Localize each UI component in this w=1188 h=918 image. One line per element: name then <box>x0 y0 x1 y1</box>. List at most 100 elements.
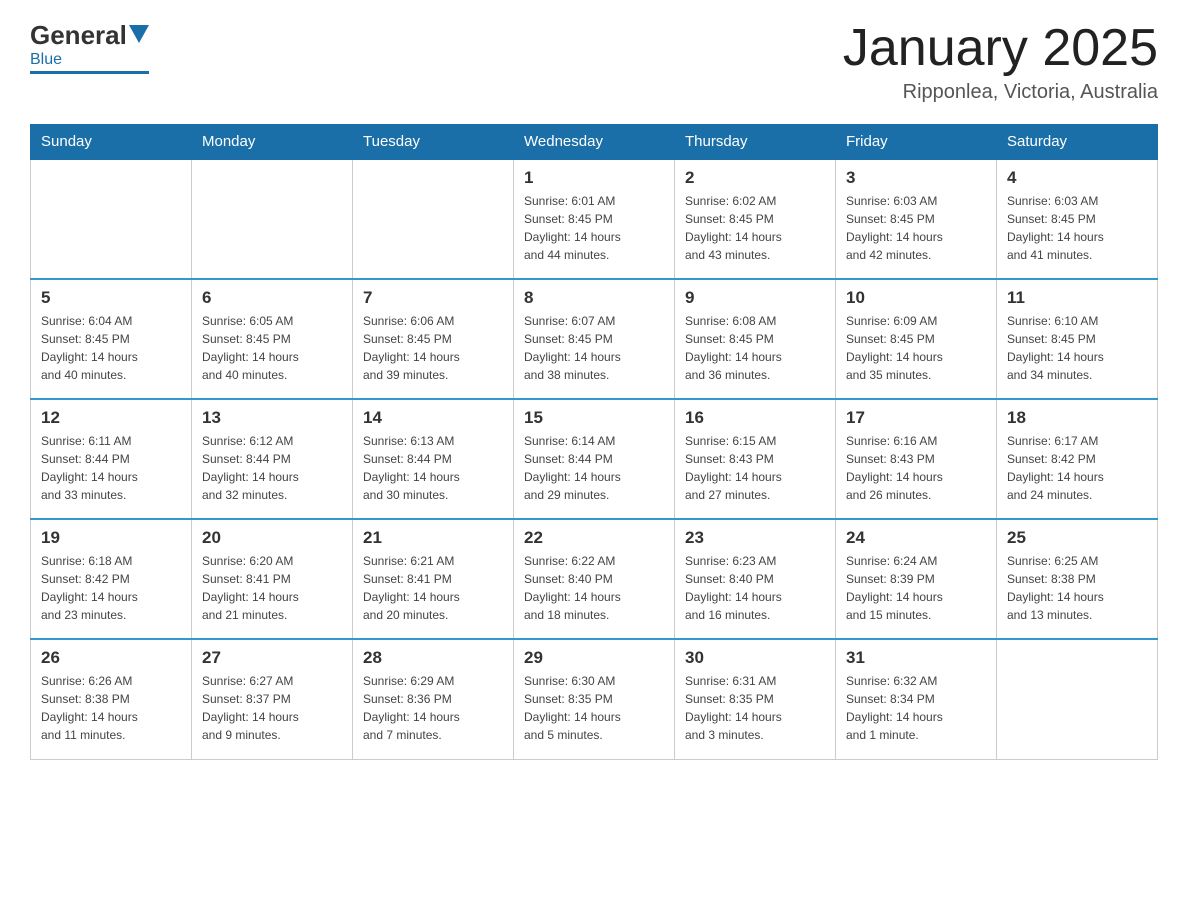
day-info: Sunrise: 6:06 AMSunset: 8:45 PMDaylight:… <box>363 312 503 384</box>
calendar-cell: 11 Sunrise: 6:10 AMSunset: 8:45 PMDayligh… <box>997 279 1158 399</box>
page-header: General Blue January 2025 Ripponlea, Vic… <box>30 20 1158 104</box>
calendar-cell: 21Sunrise: 6:21 AMSunset: 8:41 PMDayligh… <box>353 519 514 639</box>
title-section: January 2025 Ripponlea, Victoria, Austra… <box>843 20 1158 104</box>
day-info: Sunrise: 6:01 AMSunset: 8:45 PMDaylight:… <box>524 192 664 264</box>
day-number: 10 <box>846 288 986 308</box>
day-number: 13 <box>202 408 342 428</box>
logo-general-text: General <box>30 20 127 51</box>
calendar-cell: 27 Sunrise: 6:27 AMSunset: 8:37 PMDayligh… <box>192 639 353 759</box>
day-number: 15 <box>524 408 664 428</box>
logo: General Blue <box>30 20 149 74</box>
calendar-cell: 5 Sunrise: 6:04 AMSunset: 8:45 PMDaylight… <box>31 279 192 399</box>
weekday-header-wednesday: Wednesday <box>514 125 675 160</box>
calendar-cell: 23 Sunrise: 6:23 AMSunset: 8:40 PMDayligh… <box>675 519 836 639</box>
weekday-header-saturday: Saturday <box>997 125 1158 160</box>
calendar-title: January 2025 <box>843 20 1158 77</box>
week-row-5: 26 Sunrise: 6:26 AMSunset: 8:38 PMDayligh… <box>31 639 1158 759</box>
day-info: Sunrise: 6:08 AMSunset: 8:45 PMDaylight:… <box>685 312 825 384</box>
weekday-header-friday: Friday <box>836 125 997 160</box>
day-number: 7 <box>363 288 503 308</box>
calendar-cell <box>31 159 192 279</box>
day-number: 5 <box>41 288 181 308</box>
calendar-table: SundayMondayTuesdayWednesdayThursdayFrid… <box>30 124 1158 760</box>
day-number: 16 <box>685 408 825 428</box>
calendar-cell: 15 Sunrise: 6:14 AMSunset: 8:44 PMDayligh… <box>514 399 675 519</box>
day-info: Sunrise: 6:26 AMSunset: 8:38 PMDaylight:… <box>41 672 181 744</box>
day-number: 17 <box>846 408 986 428</box>
calendar-cell: 22Sunrise: 6:22 AMSunset: 8:40 PMDayligh… <box>514 519 675 639</box>
day-info: Sunrise: 6:31 AMSunset: 8:35 PMDaylight:… <box>685 672 825 744</box>
day-info: Sunrise: 6:10 AMSunset: 8:45 PMDaylight:… <box>1007 312 1147 384</box>
day-number: 1 <box>524 168 664 188</box>
calendar-cell: 20 Sunrise: 6:20 AMSunset: 8:41 PMDayligh… <box>192 519 353 639</box>
calendar-cell <box>997 639 1158 759</box>
calendar-cell <box>353 159 514 279</box>
calendar-cell: 25 Sunrise: 6:25 AMSunset: 8:38 PMDayligh… <box>997 519 1158 639</box>
day-info: Sunrise: 6:27 AMSunset: 8:37 PMDaylight:… <box>202 672 342 744</box>
day-info: Sunrise: 6:24 AMSunset: 8:39 PMDaylight:… <box>846 552 986 624</box>
day-number: 31 <box>846 648 986 668</box>
calendar-cell: 4Sunrise: 6:03 AMSunset: 8:45 PMDaylight… <box>997 159 1158 279</box>
day-info: Sunrise: 6:02 AMSunset: 8:45 PMDaylight:… <box>685 192 825 264</box>
day-number: 14 <box>363 408 503 428</box>
week-row-2: 5 Sunrise: 6:04 AMSunset: 8:45 PMDaylight… <box>31 279 1158 399</box>
day-number: 28 <box>363 648 503 668</box>
logo-blue-text: Blue <box>30 51 62 69</box>
day-number: 2 <box>685 168 825 188</box>
day-info: Sunrise: 6:23 AMSunset: 8:40 PMDaylight:… <box>685 552 825 624</box>
day-info: Sunrise: 6:05 AMSunset: 8:45 PMDaylight:… <box>202 312 342 384</box>
day-info: Sunrise: 6:03 AMSunset: 8:45 PMDaylight:… <box>846 192 986 264</box>
calendar-cell: 28Sunrise: 6:29 AMSunset: 8:36 PMDayligh… <box>353 639 514 759</box>
day-info: Sunrise: 6:20 AMSunset: 8:41 PMDaylight:… <box>202 552 342 624</box>
day-number: 12 <box>41 408 181 428</box>
week-row-3: 12Sunrise: 6:11 AMSunset: 8:44 PMDayligh… <box>31 399 1158 519</box>
day-number: 23 <box>685 528 825 548</box>
day-number: 26 <box>41 648 181 668</box>
day-number: 29 <box>524 648 664 668</box>
day-info: Sunrise: 6:07 AMSunset: 8:45 PMDaylight:… <box>524 312 664 384</box>
day-info: Sunrise: 6:12 AMSunset: 8:44 PMDaylight:… <box>202 432 342 504</box>
week-row-1: 1 Sunrise: 6:01 AMSunset: 8:45 PMDaylight… <box>31 159 1158 279</box>
day-info: Sunrise: 6:16 AMSunset: 8:43 PMDaylight:… <box>846 432 986 504</box>
calendar-cell: 16Sunrise: 6:15 AMSunset: 8:43 PMDayligh… <box>675 399 836 519</box>
calendar-cell: 17 Sunrise: 6:16 AMSunset: 8:43 PMDayligh… <box>836 399 997 519</box>
calendar-cell: 6Sunrise: 6:05 AMSunset: 8:45 PMDaylight… <box>192 279 353 399</box>
day-info: Sunrise: 6:14 AMSunset: 8:44 PMDaylight:… <box>524 432 664 504</box>
calendar-cell: 9Sunrise: 6:08 AMSunset: 8:45 PMDaylight… <box>675 279 836 399</box>
day-info: Sunrise: 6:04 AMSunset: 8:45 PMDaylight:… <box>41 312 181 384</box>
calendar-cell: 19Sunrise: 6:18 AMSunset: 8:42 PMDayligh… <box>31 519 192 639</box>
calendar-cell: 13 Sunrise: 6:12 AMSunset: 8:44 PMDayligh… <box>192 399 353 519</box>
calendar-cell: 7 Sunrise: 6:06 AMSunset: 8:45 PMDaylight… <box>353 279 514 399</box>
calendar-cell: 10 Sunrise: 6:09 AMSunset: 8:45 PMDayligh… <box>836 279 997 399</box>
day-info: Sunrise: 6:03 AMSunset: 8:45 PMDaylight:… <box>1007 192 1147 264</box>
calendar-cell <box>192 159 353 279</box>
calendar-cell: 2 Sunrise: 6:02 AMSunset: 8:45 PMDaylight… <box>675 159 836 279</box>
day-number: 8 <box>524 288 664 308</box>
day-number: 11 <box>1007 288 1147 308</box>
calendar-cell: 24 Sunrise: 6:24 AMSunset: 8:39 PMDayligh… <box>836 519 997 639</box>
day-number: 30 <box>685 648 825 668</box>
calendar-cell: 3 Sunrise: 6:03 AMSunset: 8:45 PMDaylight… <box>836 159 997 279</box>
day-number: 24 <box>846 528 986 548</box>
calendar-cell: 26 Sunrise: 6:26 AMSunset: 8:38 PMDayligh… <box>31 639 192 759</box>
day-info: Sunrise: 6:25 AMSunset: 8:38 PMDaylight:… <box>1007 552 1147 624</box>
calendar-cell: 8 Sunrise: 6:07 AMSunset: 8:45 PMDaylight… <box>514 279 675 399</box>
day-info: Sunrise: 6:30 AMSunset: 8:35 PMDaylight:… <box>524 672 664 744</box>
day-number: 18 <box>1007 408 1147 428</box>
day-number: 25 <box>1007 528 1147 548</box>
logo-underline <box>30 71 149 74</box>
calendar-cell: 1 Sunrise: 6:01 AMSunset: 8:45 PMDaylight… <box>514 159 675 279</box>
week-row-4: 19Sunrise: 6:18 AMSunset: 8:42 PMDayligh… <box>31 519 1158 639</box>
day-number: 27 <box>202 648 342 668</box>
weekday-header-tuesday: Tuesday <box>353 125 514 160</box>
calendar-cell: 29 Sunrise: 6:30 AMSunset: 8:35 PMDayligh… <box>514 639 675 759</box>
day-info: Sunrise: 6:32 AMSunset: 8:34 PMDaylight:… <box>846 672 986 744</box>
day-info: Sunrise: 6:22 AMSunset: 8:40 PMDaylight:… <box>524 552 664 624</box>
day-info: Sunrise: 6:18 AMSunset: 8:42 PMDaylight:… <box>41 552 181 624</box>
weekday-header-monday: Monday <box>192 125 353 160</box>
day-info: Sunrise: 6:09 AMSunset: 8:45 PMDaylight:… <box>846 312 986 384</box>
day-number: 3 <box>846 168 986 188</box>
calendar-cell: 18Sunrise: 6:17 AMSunset: 8:42 PMDayligh… <box>997 399 1158 519</box>
day-number: 20 <box>202 528 342 548</box>
calendar-cell: 12Sunrise: 6:11 AMSunset: 8:44 PMDayligh… <box>31 399 192 519</box>
